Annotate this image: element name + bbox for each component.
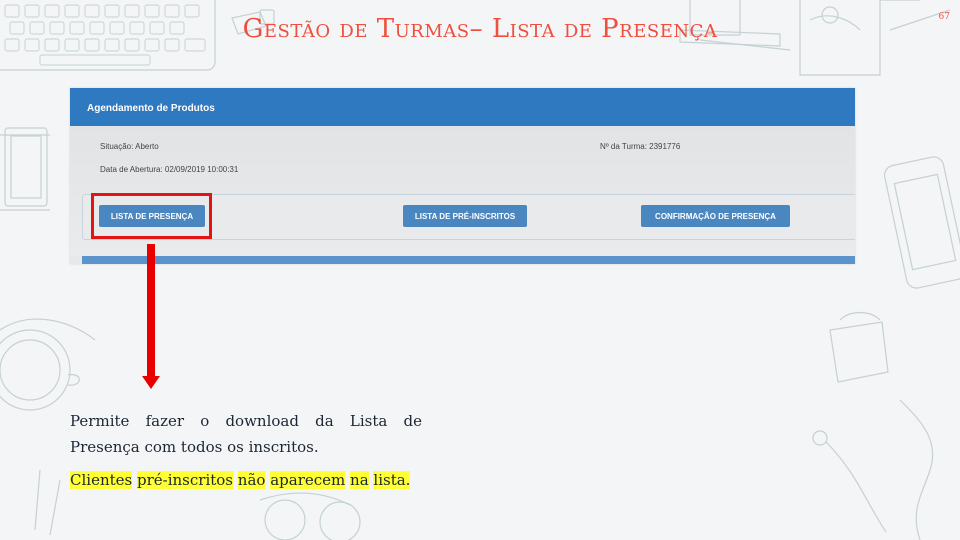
status-field: Situação: Aberto <box>100 142 159 151</box>
pre-registered-list-button[interactable]: LISTA DE PRÉ-INSCRITOS <box>403 205 527 227</box>
arrow-shaft <box>147 244 155 377</box>
highlight-box <box>91 193 212 239</box>
attendance-confirmation-button[interactable]: CONFIRMAÇÃO DE PRESENÇA <box>641 205 790 227</box>
opening-date-field: Data de Abertura: 02/09/2019 10:00:31 <box>100 165 239 174</box>
page-number: 67 <box>938 12 950 22</box>
screenshot-header: Agendamento de Produtos <box>70 88 855 126</box>
note-word: pré-inscritos <box>137 471 233 489</box>
class-info: Situação: Aberto Nº da Turma: 2391776 Da… <box>70 126 855 184</box>
description-text: Permite fazer o download da Lista de Pre… <box>70 412 422 456</box>
screenshot-footer-bar <box>82 256 855 264</box>
note-word: lista. <box>373 471 411 489</box>
arrow-down-icon <box>142 376 160 389</box>
note-text: Clientes pré-inscritos não aparecem na l… <box>70 471 411 489</box>
note-word: não <box>237 471 266 489</box>
note-word: Clientes <box>70 471 133 489</box>
class-number-field: Nº da Turma: 2391776 <box>600 142 681 151</box>
note-word: aparecem <box>270 471 346 489</box>
screenshot-header-title: Agendamento de Produtos <box>87 103 215 114</box>
note-word: na <box>350 471 369 489</box>
slide-title: Gestão de Turmas– Lista de Presença <box>242 14 718 44</box>
